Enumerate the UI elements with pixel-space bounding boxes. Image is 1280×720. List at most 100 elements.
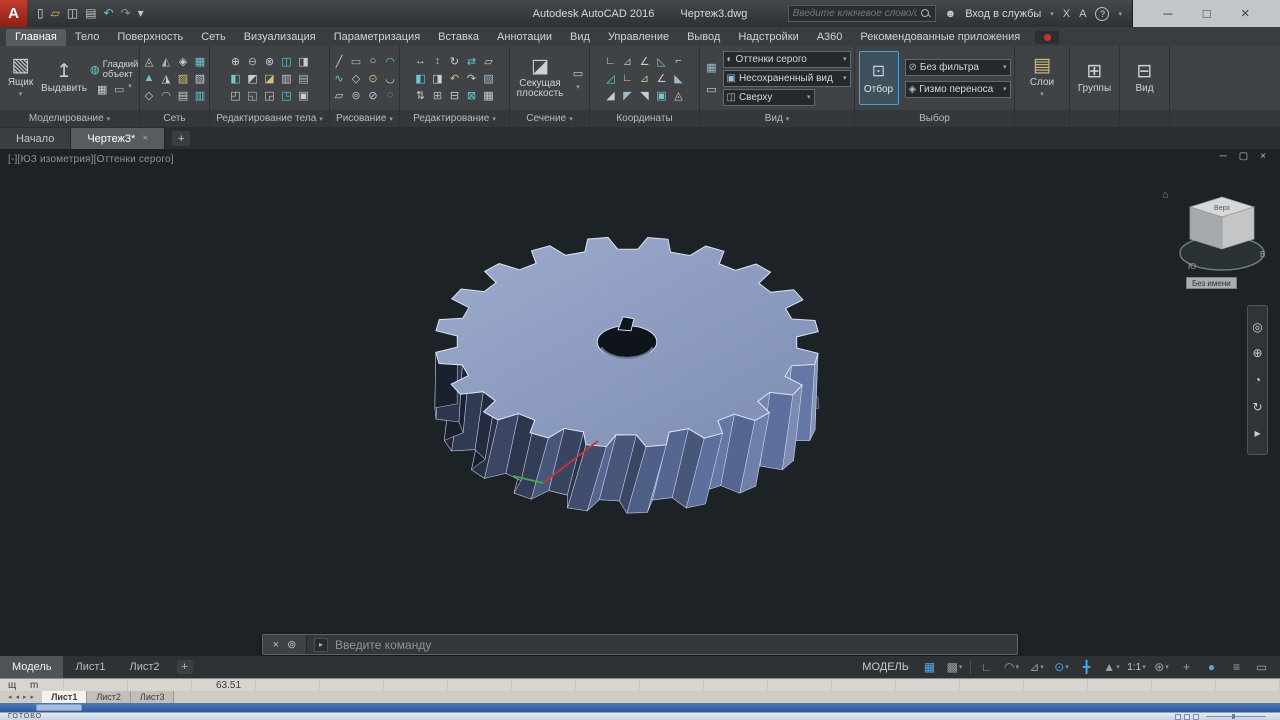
zoom-icon[interactable]: ◔ bbox=[1254, 374, 1261, 386]
customization-menu-icon[interactable]: ≡ bbox=[1225, 658, 1248, 676]
gizmo-dropdown[interactable]: ◈ Гизмо переноса ▾ bbox=[904, 80, 1011, 98]
tool-icon[interactable]: ◡ bbox=[382, 71, 398, 86]
tool-icon[interactable]: ⇄ bbox=[464, 54, 480, 69]
tool-icon[interactable]: ◮ bbox=[158, 71, 174, 86]
tool-icon[interactable]: ⊿ bbox=[637, 71, 653, 86]
section-plane-button[interactable]: ◪ Секущая плоскость bbox=[513, 57, 567, 99]
tool-icon[interactable]: ⊞ bbox=[430, 88, 446, 103]
panel-label-draw[interactable]: Рисование ▾ bbox=[330, 110, 399, 127]
tool-icon[interactable]: ◧ bbox=[228, 71, 244, 86]
showmotion-icon[interactable]: ▸ bbox=[1254, 427, 1260, 439]
a360-icon[interactable]: A bbox=[1079, 8, 1086, 20]
drawing-viewport[interactable]: [-][ЮЗ изометрия][Оттенки серого] ─ ▢ × … bbox=[0, 149, 1280, 656]
tool-icon[interactable]: ▥ bbox=[279, 71, 295, 86]
visual-style-dropdown[interactable]: ◐ Оттенки серого ▾ bbox=[722, 50, 851, 68]
tool-icon[interactable]: ▤ bbox=[296, 71, 312, 86]
tool-icon[interactable]: ▱ bbox=[331, 88, 347, 103]
command-prompt-icon[interactable]: ▸ bbox=[314, 637, 328, 652]
panel-label-view[interactable]: Вид ▾ bbox=[700, 110, 854, 127]
tool-icon[interactable]: ◈ bbox=[175, 54, 191, 69]
sheet-tab[interactable]: Лист3 bbox=[130, 691, 175, 703]
viewcube[interactable]: В Ю Верх bbox=[1176, 191, 1268, 291]
named-view-dropdown[interactable]: ▣ Несохраненный вид ▾ bbox=[722, 69, 851, 87]
smooth-object-button[interactable]: ◍ Гладкий объект bbox=[90, 59, 138, 80]
redo-icon[interactable]: ↷ bbox=[121, 0, 131, 27]
tool-icon[interactable]: ╱ bbox=[331, 54, 347, 69]
minimize-button[interactable]: ─ bbox=[1163, 6, 1172, 21]
groups-button[interactable]: ⊞ Группы bbox=[1078, 62, 1111, 94]
search-icon[interactable] bbox=[920, 8, 931, 19]
grid-icon[interactable]: ▦ bbox=[918, 658, 941, 676]
plot-icon[interactable]: ▤ bbox=[85, 0, 96, 27]
tool-icon[interactable]: ↷ bbox=[464, 71, 480, 86]
tool-icon[interactable]: ◿ bbox=[603, 71, 619, 86]
view-button[interactable] bbox=[1175, 713, 1181, 720]
tool-icon[interactable]: ◤ bbox=[620, 88, 636, 103]
ribbon-tab[interactable]: Тело bbox=[66, 29, 109, 46]
polar-tracking-icon[interactable]: ◠ ▾ bbox=[1000, 658, 1023, 676]
annotation-visibility-icon[interactable]: ▲ ▾ bbox=[1100, 658, 1123, 676]
box-caret-icon[interactable]: ▾ bbox=[19, 90, 23, 100]
open-file-icon[interactable]: ▱ bbox=[51, 0, 60, 27]
sheet-nav-icon[interactable]: ◂ bbox=[8, 693, 12, 701]
tool-icon[interactable]: ◥ bbox=[637, 88, 653, 103]
ribbon-tab[interactable]: Вывод bbox=[678, 29, 729, 46]
tool-icon[interactable]: ▱ bbox=[481, 54, 497, 69]
viewcube-home-icon[interactable]: ⌂ bbox=[1162, 189, 1169, 201]
tool-icon[interactable]: ◬ bbox=[671, 88, 687, 103]
help-caret-icon[interactable]: ▾ bbox=[1118, 10, 1122, 18]
tool-icon[interactable]: ↶ bbox=[447, 71, 463, 86]
tool-icon[interactable]: ∟ bbox=[620, 71, 636, 86]
scrollbar-thumb[interactable] bbox=[36, 704, 82, 711]
tool-icon[interactable]: ⊿ bbox=[620, 54, 636, 69]
tool-icon[interactable]: ▣ bbox=[654, 88, 670, 103]
file-tab-start[interactable]: Начало bbox=[0, 128, 72, 149]
isodraft-icon[interactable]: ⊿ ▾ bbox=[1025, 658, 1048, 676]
tool-icon[interactable]: ▨ bbox=[481, 71, 497, 86]
command-close-icon[interactable]: × bbox=[273, 639, 279, 651]
tool-icon[interactable]: ⌐ bbox=[671, 54, 687, 69]
tool-icon[interactable]: ▤ bbox=[175, 88, 191, 103]
ribbon-tab[interactable]: Параметризация bbox=[325, 29, 429, 46]
tool-icon[interactable]: ◺ bbox=[654, 54, 670, 69]
navigation-wheel-icon[interactable]: ◎ bbox=[1252, 321, 1262, 333]
viewport-restore-icon[interactable]: ▢ bbox=[1239, 151, 1248, 162]
ucs-name-label[interactable]: Без имени bbox=[1186, 277, 1237, 289]
tool-icon[interactable]: ◇ bbox=[348, 71, 364, 86]
panel-label-modify[interactable]: Редактирование ▾ bbox=[400, 110, 509, 127]
tool-icon[interactable]: ↻ bbox=[447, 54, 463, 69]
save-file-icon[interactable]: ◫ bbox=[67, 0, 78, 27]
ribbon-tab[interactable]: A360 bbox=[808, 29, 852, 46]
tool-icon[interactable]: ◠ bbox=[158, 88, 174, 103]
help-icon[interactable]: ? bbox=[1095, 6, 1110, 21]
layout-tab-list1[interactable]: Лист1 bbox=[63, 656, 117, 678]
selection-cycling-button[interactable]: ⊡ Отбор bbox=[858, 51, 899, 105]
workspace-icon[interactable]: ⊛ ▾ bbox=[1150, 658, 1173, 676]
tool-icon[interactable]: ◌ bbox=[382, 88, 398, 103]
snap-tracking-icon[interactable]: ╋ bbox=[1075, 658, 1098, 676]
tool-icon[interactable]: ◨ bbox=[430, 71, 446, 86]
tool-icon[interactable]: ▦ bbox=[481, 88, 497, 103]
tool-icon[interactable]: ◠ bbox=[382, 54, 398, 69]
exchange-apps-icon[interactable]: Χ bbox=[1063, 8, 1070, 20]
tool-icon[interactable]: ◫ bbox=[279, 54, 295, 69]
tool-icon[interactable]: ○ bbox=[365, 54, 381, 69]
view-button[interactable] bbox=[1193, 713, 1199, 720]
extrude-button[interactable]: ↥ Выдавить bbox=[41, 62, 87, 94]
ortho-icon[interactable]: ∟ bbox=[975, 658, 998, 676]
maximize-button[interactable]: □ bbox=[1203, 6, 1211, 21]
isolate-objects-icon[interactable]: ● bbox=[1200, 658, 1223, 676]
ribbon-tab[interactable]: Вставка bbox=[429, 29, 488, 46]
tool-icon[interactable]: ↔ bbox=[413, 54, 429, 69]
new-layout-button[interactable]: + bbox=[176, 660, 193, 674]
tool-icon[interactable]: ⊙ bbox=[365, 71, 381, 86]
tool-icon[interactable]: ⊟ bbox=[447, 88, 463, 103]
layers-button[interactable]: ▤ Слои ▾ bbox=[1030, 56, 1054, 100]
sheet-tab[interactable]: Лист1 bbox=[42, 691, 88, 703]
tool-caret-icon[interactable]: ▾ bbox=[576, 83, 580, 91]
ribbon-tab[interactable]: Вид bbox=[561, 29, 599, 46]
sheet-tab[interactable]: Лист2 bbox=[87, 691, 131, 703]
ribbon-tab[interactable]: Надстройки bbox=[729, 29, 807, 46]
tool-caret-icon[interactable]: ▾ bbox=[128, 82, 132, 97]
mesh-tool-icon[interactable]: ▦ bbox=[94, 82, 110, 97]
